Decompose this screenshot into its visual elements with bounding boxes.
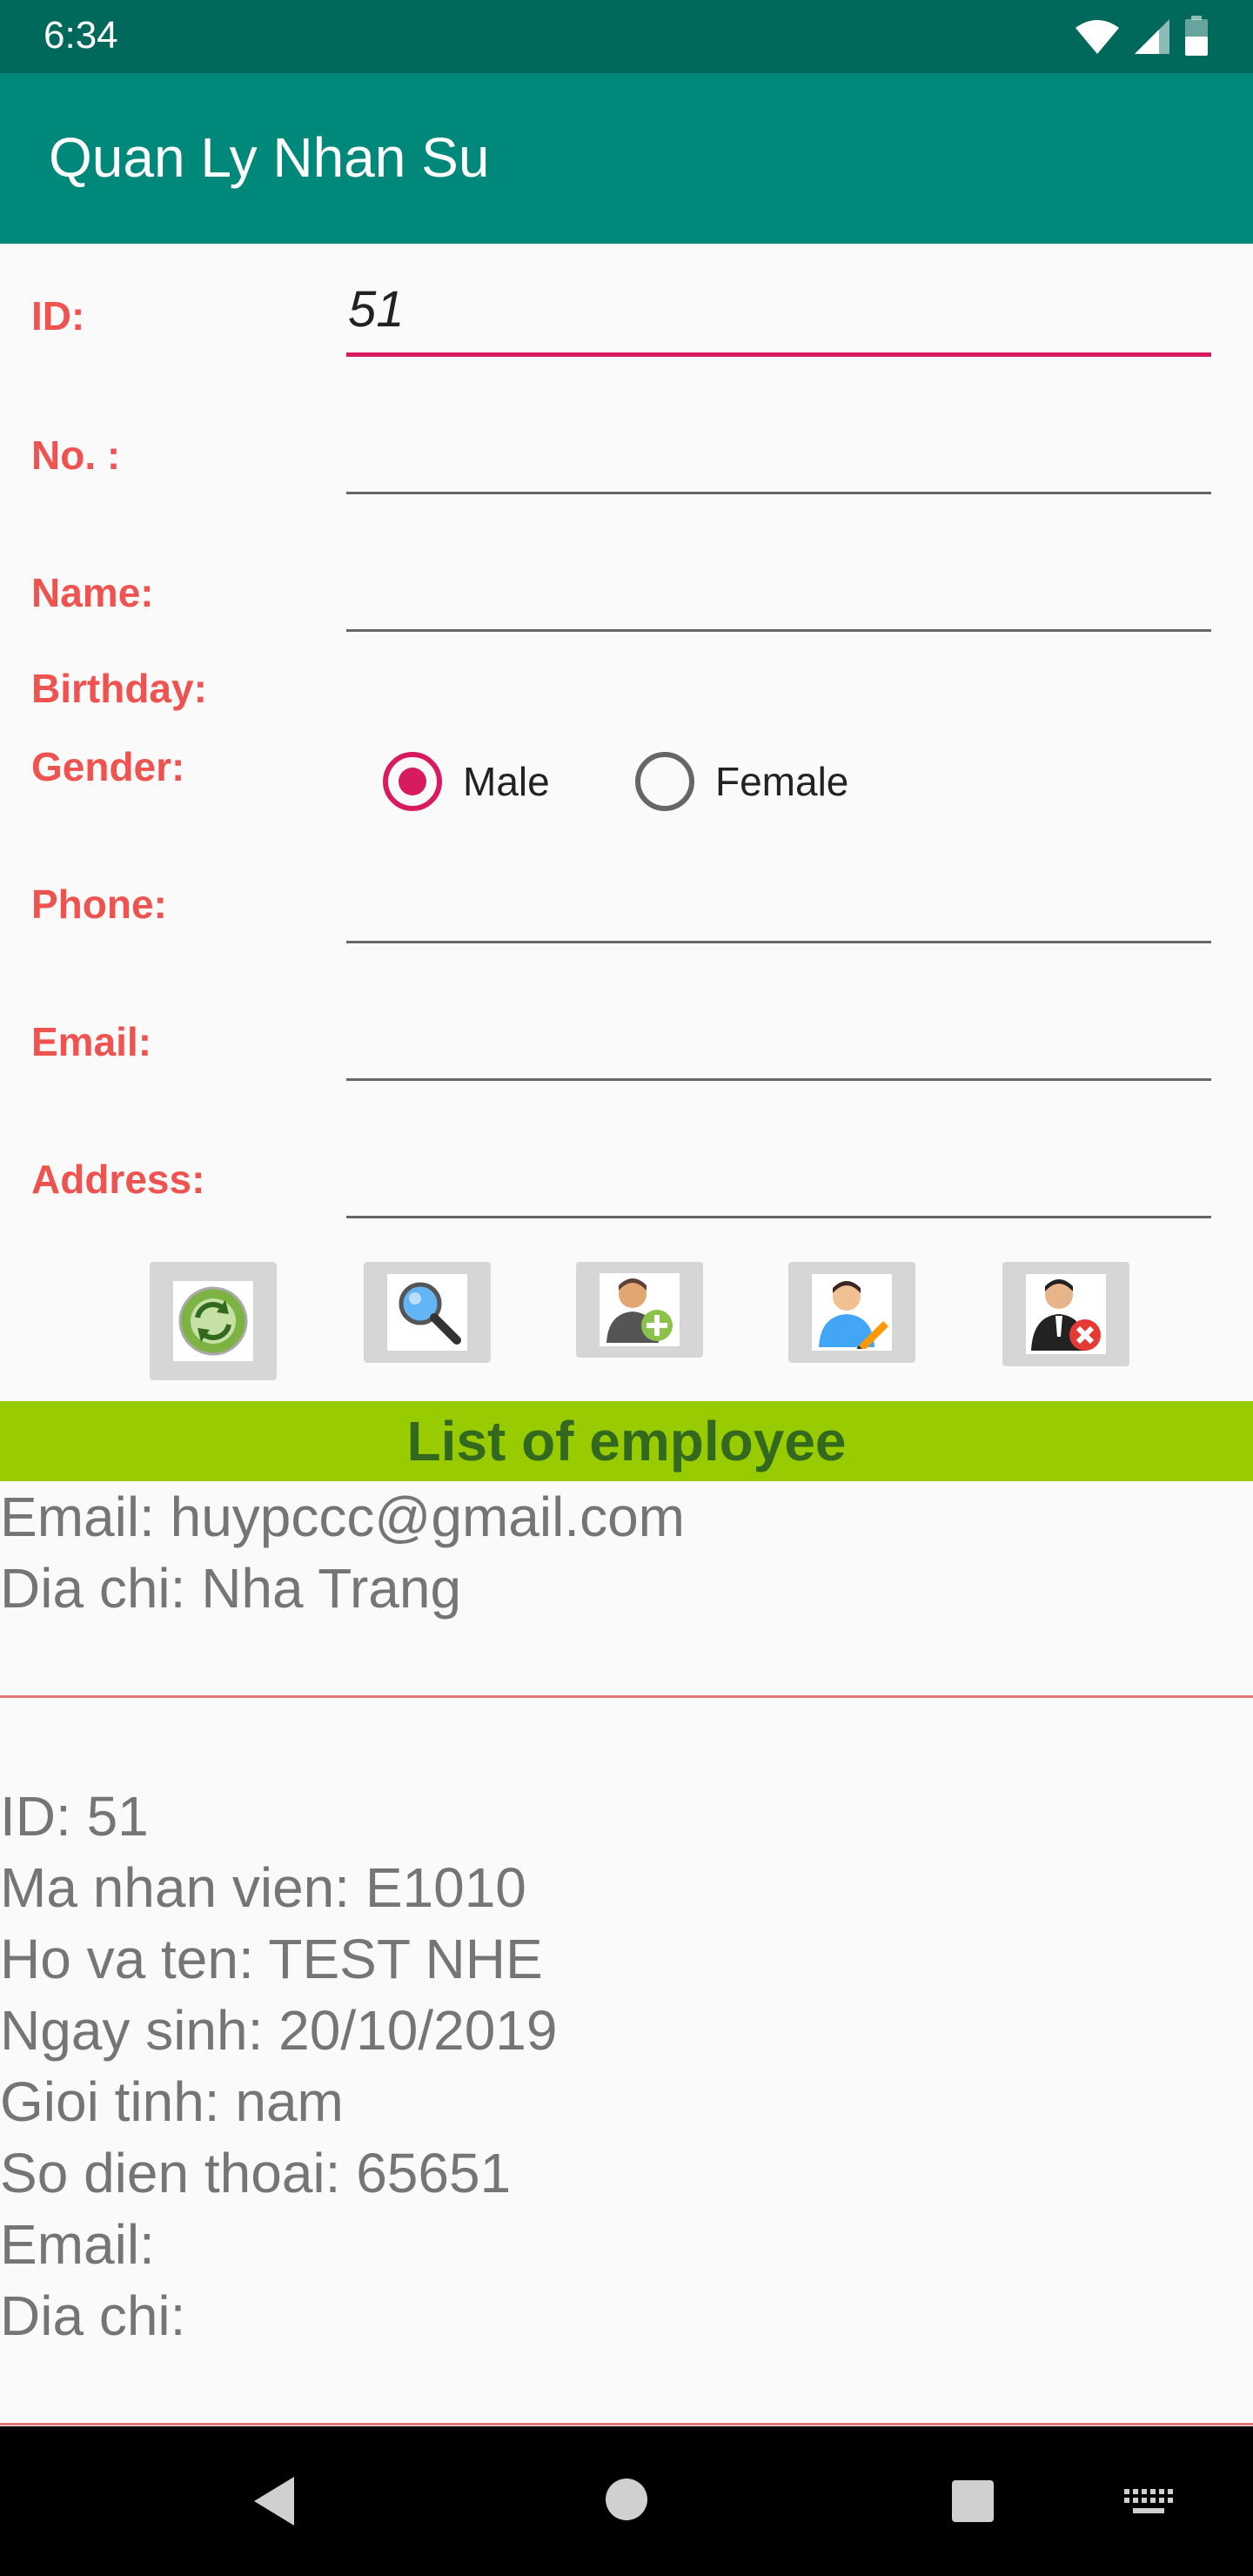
gender-male-radio[interactable] — [383, 752, 442, 811]
battery-icon — [1185, 16, 1208, 56]
list-item-address: Dia chi: Nha Trang — [0, 1557, 462, 1620]
add-user-button[interactable] — [576, 1262, 703, 1358]
app-title: Quan Ly Nhan Su — [49, 126, 490, 189]
list-header-title: List of employee — [406, 1410, 847, 1472]
add-user-icon — [606, 1278, 673, 1343]
name-label: Name: — [31, 570, 154, 615]
back-icon[interactable] — [252, 2475, 298, 2527]
edit-user-button[interactable] — [788, 1262, 915, 1363]
status-time: 6:34 — [44, 14, 118, 57]
search-icon — [399, 1282, 461, 1345]
email-field[interactable] — [346, 1011, 1211, 1081]
edit-user-button-face — [812, 1274, 892, 1351]
list-item-email: Email: — [0, 2213, 155, 2276]
address-label: Address: — [31, 1157, 205, 1202]
list-divider — [0, 1695, 1253, 1698]
gender-male-option[interactable]: Male — [383, 752, 550, 811]
list-header: List of employee — [0, 1401, 1253, 1481]
home-icon[interactable] — [604, 2477, 649, 2522]
gender-female-radio[interactable] — [635, 752, 694, 811]
list-item-id: ID: 51 — [0, 1785, 149, 1848]
gender-female-label: Female — [715, 759, 849, 804]
list-item-birthday: Ngay sinh: 20/10/2019 — [0, 1999, 558, 2062]
search-button-face — [387, 1274, 467, 1351]
gender-label: Gender: — [31, 744, 185, 789]
status-icons — [1074, 16, 1209, 57]
app-bar: Quan Ly Nhan Su — [0, 73, 1253, 244]
list-item-gender: Gioi tinh: nam — [0, 2070, 344, 2133]
gender-male-label: Male — [463, 759, 550, 804]
screen: 6:34 Quan Ly Nhan Su ID: 51 No. : Name: — [0, 0, 1253, 2576]
list-item-name: Ho va ten: TEST NHE — [0, 1928, 543, 1990]
list-divider — [0, 2423, 1253, 2425]
phone-field[interactable] — [346, 874, 1211, 943]
keyboard-icon[interactable] — [1122, 2487, 1173, 2517]
delete-user-icon — [1031, 1279, 1101, 1351]
gender-female-option[interactable]: Female — [635, 752, 848, 811]
list-item[interactable]: ID: 51 Ma nhan vien: E1010 Ho va ten: TE… — [0, 1781, 557, 2351]
refresh-button[interactable] — [150, 1262, 277, 1380]
add-user-button-face — [600, 1273, 680, 1346]
refresh-button-face — [173, 1281, 253, 1361]
no-field[interactable] — [346, 425, 1211, 494]
id-field-value: 51 — [348, 281, 405, 338]
phone-label: Phone: — [31, 882, 167, 927]
cellular-signal-icon — [1135, 19, 1169, 54]
address-field[interactable] — [346, 1149, 1211, 1218]
email-label: Email: — [31, 1019, 152, 1064]
delete-user-button-face — [1026, 1274, 1106, 1354]
birthday-label: Birthday: — [31, 666, 207, 711]
wifi-icon — [1075, 20, 1119, 54]
no-label: No. : — [31, 433, 121, 478]
list-item-partial[interactable]: Email: huypccc@gmail.com Dia chi: Nha Tr… — [0, 1481, 685, 1624]
list-item-code: Ma nhan vien: E1010 — [0, 1856, 526, 1919]
id-label: ID: — [31, 293, 85, 339]
search-button[interactable] — [364, 1262, 491, 1363]
list-item-phone: So dien thoai: 65651 — [0, 2142, 512, 2204]
delete-user-button[interactable] — [1002, 1262, 1129, 1366]
navigation-bar — [0, 2426, 1253, 2576]
list-item-address: Dia chi: — [0, 2284, 186, 2347]
refresh-icon — [178, 1286, 248, 1356]
id-field[interactable]: 51 — [346, 281, 1211, 357]
status-bar: 6:34 — [0, 0, 1253, 73]
list-item-email: Email: huypccc@gmail.com — [0, 1486, 685, 1548]
name-field[interactable] — [346, 562, 1211, 632]
recents-icon[interactable] — [950, 2479, 995, 2524]
edit-user-icon — [819, 1281, 888, 1349]
